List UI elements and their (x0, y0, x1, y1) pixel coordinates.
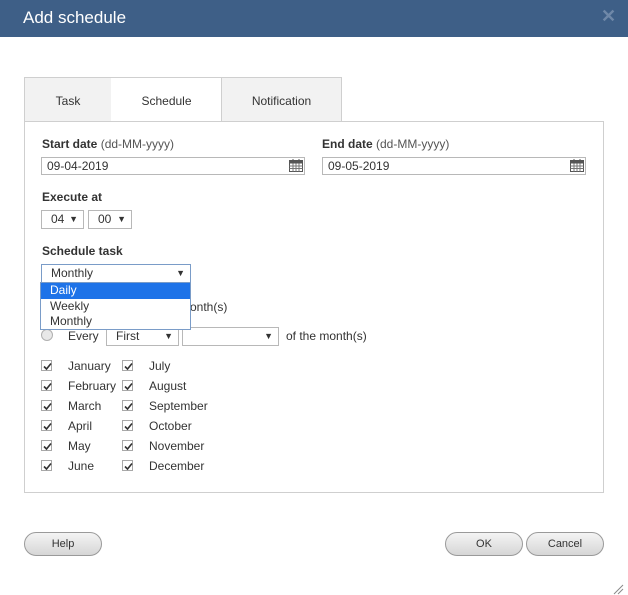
checkbox-april[interactable] (41, 420, 52, 431)
hour-select[interactable]: 04 ▼ (41, 210, 84, 229)
tab-task[interactable]: Task (24, 77, 112, 122)
checkbox-december[interactable] (122, 460, 133, 471)
month-label-february: February (68, 379, 117, 393)
chevron-down-icon: ▼ (164, 331, 173, 341)
close-icon[interactable]: ✕ (601, 6, 616, 27)
start-date-label-text: Start date (42, 137, 98, 151)
tab-notification[interactable]: Notification (221, 77, 342, 122)
end-date-value: 09-05-2019 (328, 159, 390, 173)
month-label-july: July (149, 359, 171, 373)
calendar-icon[interactable] (570, 159, 584, 172)
schedule-task-label: Schedule task (42, 244, 123, 258)
month-label-january: January (68, 359, 111, 373)
checkmark-icon (43, 462, 52, 471)
checkbox-june[interactable] (41, 460, 52, 471)
checkmark-icon (43, 362, 52, 371)
month-label-december: December (149, 459, 205, 473)
every-radio[interactable] (41, 329, 53, 341)
start-date-label: Start date (dd-MM-yyyy) (42, 137, 174, 151)
checkmark-icon (43, 382, 52, 391)
help-button[interactable]: Help (24, 532, 102, 556)
calendar-icon[interactable] (289, 159, 303, 172)
option-daily[interactable]: Daily (41, 283, 190, 299)
checkmark-icon (43, 442, 52, 451)
chevron-down-icon: ▼ (69, 214, 78, 224)
weekday-select[interactable]: ▼ (182, 327, 279, 346)
ok-button[interactable]: OK (445, 532, 523, 556)
minute-select[interactable]: 00 ▼ (88, 210, 132, 229)
schedule-task-select[interactable]: Monthly ▼ (41, 264, 191, 283)
chevron-down-icon: ▼ (264, 331, 273, 341)
day-of-month-text: onth(s) (190, 300, 228, 314)
month-label-august: August (149, 379, 187, 393)
of-month-text: of the month(s) (286, 329, 367, 343)
end-date-format-hint: (dd-MM-yyyy) (376, 137, 450, 151)
checkbox-february[interactable] (41, 380, 52, 391)
checkmark-icon (124, 422, 133, 431)
checkmark-icon (124, 382, 133, 391)
execute-at-label: Execute at (42, 190, 102, 204)
execute-at-label-text: Execute at (42, 190, 103, 204)
minute-value: 00 (98, 212, 112, 226)
dialog-title: Add schedule (23, 8, 127, 27)
month-label-march: March (68, 399, 102, 413)
checkbox-august[interactable] (122, 380, 133, 391)
end-date-label: End date (dd-MM-yyyy) (322, 137, 449, 151)
month-label-october: October (149, 419, 192, 433)
every-label: Every (68, 329, 99, 343)
month-label-september: September (149, 399, 208, 413)
checkmark-icon (124, 462, 133, 471)
start-date-format-hint: (dd-MM-yyyy) (100, 137, 175, 151)
checkmark-icon (124, 362, 133, 371)
option-weekly[interactable]: Weekly (41, 299, 190, 315)
chevron-down-icon: ▼ (117, 214, 126, 224)
resize-grip-icon[interactable] (612, 583, 624, 595)
schedule-task-dropdown: Daily Weekly Monthly (40, 282, 191, 330)
start-date-input[interactable]: 09-04-2019 (41, 157, 305, 175)
checkbox-july[interactable] (122, 360, 133, 371)
cancel-button[interactable]: Cancel (526, 532, 604, 556)
checkmark-icon (43, 422, 52, 431)
checkbox-september[interactable] (122, 400, 133, 411)
end-date-label-text: End date (322, 137, 373, 151)
schedule-task-value: Monthly (51, 266, 94, 280)
option-monthly[interactable]: Monthly (41, 314, 190, 330)
checkmark-icon (43, 402, 52, 411)
tab-schedule[interactable]: Schedule (111, 77, 222, 123)
week-ordinal-value: First (116, 329, 140, 343)
checkbox-march[interactable] (41, 400, 52, 411)
month-label-april: April (68, 419, 93, 433)
hour-value: 04 (51, 212, 65, 226)
checkmark-icon (124, 402, 133, 411)
month-label-november: November (149, 439, 205, 453)
checkbox-november[interactable] (122, 440, 133, 451)
start-date-value: 09-04-2019 (47, 159, 109, 173)
month-label-june: June (68, 459, 95, 473)
checkbox-january[interactable] (41, 360, 52, 371)
end-date-input[interactable]: 09-05-2019 (322, 157, 586, 175)
checkbox-may[interactable] (41, 440, 52, 451)
month-label-may: May (68, 439, 91, 453)
checkmark-icon (124, 442, 133, 451)
checkbox-october[interactable] (122, 420, 133, 431)
dialog-titlebar: Add schedule ✕ (0, 0, 628, 37)
schedule-task-label-text: Schedule task (42, 244, 123, 258)
chevron-down-icon: ▼ (176, 268, 185, 278)
